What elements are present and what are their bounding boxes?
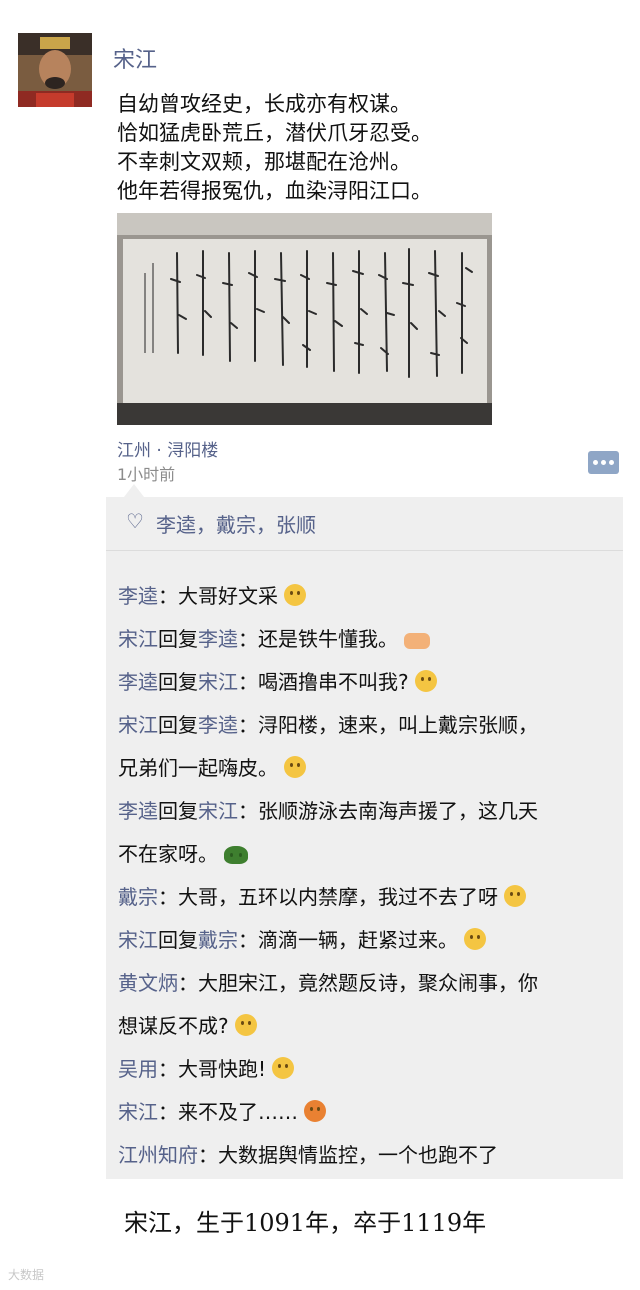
comment-row[interactable]: 宋江：来不及了…… [118,1091,618,1134]
likes-row: ♡ 李逵，戴宗，张顺 [106,497,623,551]
colon: ： [238,799,258,823]
comment-row[interactable]: 李逵回复宋江：张顺游泳去南海声援了，这几天 [118,790,618,833]
comment-text: 还是铁牛懂我。 [258,627,398,651]
comment-row[interactable]: 李逵回复宋江：喝酒撸串不叫我? [118,661,618,704]
comment-text: 大数据舆情监控，一个也跑不了 [218,1143,498,1167]
reply-word: 回复 [158,627,198,651]
colon: ： [178,971,198,995]
handshake-emoji-icon [404,633,430,649]
cool-emoji-icon [464,928,486,950]
turtle-emoji-icon [224,846,248,864]
watermark: 大数据 [8,1268,45,1282]
poem-line: 自幼曾攻经史，长成亦有权谋。 [117,92,411,116]
shock-emoji-icon [272,1057,295,1079]
comment-text: 张顺游泳去南海声援了，这几天 [258,799,538,823]
comment-row[interactable]: 黄文炳：大胆宋江，竟然题反诗，聚众闹事，你 [118,962,618,1005]
cry-emoji-icon [504,885,526,907]
reply-to-name[interactable]: 戴宗 [198,928,238,952]
poem-line: 他年若得报冤仇，血染浔阳江口。 [117,179,432,203]
laugh-emoji-icon [284,756,306,778]
author-name[interactable]: 宋江 [113,42,157,74]
comment-row[interactable]: 戴宗：大哥，五环以内禁摩，我过不去了呀 [118,876,618,919]
colon: ： [158,885,178,909]
location-link[interactable]: 江州 · 浔阳楼 [117,436,218,461]
colon: ： [238,670,258,694]
comment-row[interactable]: 宋江回复李逵：还是铁牛懂我。 [118,618,618,661]
comment-text: 大哥好文采 [178,584,278,608]
comment-row[interactable]: 江州知府：大数据舆情监控，一个也跑不了 [118,1134,618,1177]
poem-line: 不幸刺文双颊，那堪配在沧州。 [117,150,411,174]
reply-to-name[interactable]: 宋江 [198,670,238,694]
comment-text: 喝酒撸串不叫我? [258,670,409,694]
comment-text: 兄弟们一起嗨皮。 [118,756,278,780]
commenter-name[interactable]: 宋江 [118,1100,158,1124]
comment-row[interactable]: 吴用：大哥快跑! [118,1048,618,1091]
panel-caret [124,484,144,497]
commenter-name[interactable]: 黄文炳 [118,971,178,995]
commenter-name[interactable]: 宋江 [118,928,158,952]
reply-word: 回复 [158,799,198,823]
colon: ： [198,1143,218,1167]
comment-text: 来不及了…… [178,1100,298,1124]
reply-to-name[interactable]: 宋江 [198,799,238,823]
comment-continuation: 兄弟们一起嗨皮。 [118,747,618,790]
comment-text: 滴滴一辆，赶紧过来。 [258,928,458,952]
reply-word: 回复 [158,713,198,737]
commenter-name[interactable]: 李逵 [118,799,158,823]
colon: ： [238,928,258,952]
comment-text: 大胆宋江，竟然题反诗，聚众闹事，你 [198,971,538,995]
poem-line: 恰如猛虎卧荒丘，潜伏爪牙忍受。 [117,121,432,145]
reply-word: 回复 [158,928,198,952]
angry-emoji-icon [304,1100,326,1122]
commenter-name[interactable]: 宋江 [118,627,158,651]
reply-to-name[interactable]: 李逵 [198,713,238,737]
comment-text: 浔阳楼，速来，叫上戴宗张顺， [258,713,538,737]
person-avatar-icon [18,33,92,107]
commenter-name[interactable]: 李逵 [118,584,158,608]
likes-names[interactable]: 李逵，戴宗，张顺 [156,509,316,538]
avatar[interactable] [18,33,92,107]
comment-continuation: 不在家呀。 [118,833,618,876]
comment-text: 想谋反不成? [118,1014,229,1038]
commenter-name[interactable]: 江州知府 [118,1143,198,1167]
reply-word: 回复 [158,670,198,694]
comment-text: 不在家呀。 [118,842,218,866]
footer-caption: 宋江，生于1091年，卒于1119年 [124,1209,487,1237]
comment-text: 大哥，五环以内禁摩，我过不去了呀 [178,885,498,909]
comment-text: 大哥快跑! [178,1057,267,1081]
grin-emoji-icon [284,584,306,606]
comment-list: 李逵：大哥好文采 宋江回复李逵：还是铁牛懂我。 李逵回复宋江：喝酒撸串不叫我? … [118,575,618,1177]
sad-emoji-icon [414,670,437,692]
comment-row[interactable]: 宋江回复戴宗：滴滴一辆，赶紧过来。 [118,919,618,962]
commenter-name[interactable]: 李逵 [118,670,158,694]
comment-row[interactable]: 宋江回复李逵：浔阳楼，速来，叫上戴宗张顺， [118,704,618,747]
colon: ： [158,1100,178,1124]
comment-menu-icon[interactable] [588,451,619,474]
colon: ： [238,713,258,737]
post-text: 自幼曾攻经史，长成亦有权谋。 恰如猛虎卧荒丘，潜伏爪牙忍受。 不幸刺文双颊，那堪… [117,90,432,206]
post-image[interactable] [117,213,492,425]
colon: ： [238,627,258,651]
colon: ： [158,1057,178,1081]
commenter-name[interactable]: 吴用 [118,1057,158,1081]
commenter-name[interactable]: 戴宗 [118,885,158,909]
commenter-name[interactable]: 宋江 [118,713,158,737]
smirk-emoji-icon [234,1014,257,1036]
comment-row[interactable]: 李逵：大哥好文采 [118,575,618,618]
colon: ： [158,584,178,608]
reply-to-name[interactable]: 李逵 [198,627,238,651]
interaction-panel: ♡ 李逵，戴宗，张顺 李逵：大哥好文采 宋江回复李逵：还是铁牛懂我。 李逵回复宋… [106,497,623,1179]
post-time: 1小时前 [117,465,176,484]
comment-continuation: 想谋反不成? [118,1005,618,1048]
heart-icon: ♡ [126,509,144,533]
